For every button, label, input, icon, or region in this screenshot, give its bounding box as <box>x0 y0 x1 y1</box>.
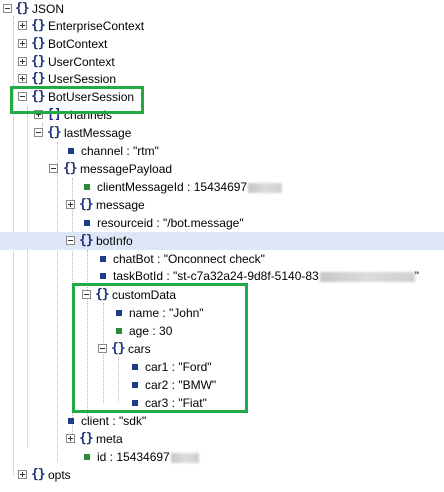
number-value-icon <box>84 454 90 460</box>
collapse-toggle-icon[interactable] <box>3 4 12 13</box>
leaf-label-wrap: taskBotId : "st-c7a32a24-9d8f-5140-83 " <box>113 269 419 283</box>
leaf-label: taskBotId : "st-c7a32a24-9d8f-5140-83 <box>113 269 319 283</box>
object-icon: {} <box>79 233 94 248</box>
tree-leaf-channel[interactable]: channel : "rtm" <box>0 142 444 160</box>
leaf-label-wrap: id : 15434697 <box>97 450 199 464</box>
string-value-icon <box>84 220 90 226</box>
collapse-toggle-icon[interactable] <box>49 164 58 173</box>
leaf-label-wrap: clientMessageId : 15434697 <box>97 180 283 194</box>
collapse-toggle-icon[interactable] <box>66 236 75 245</box>
object-icon: {} <box>31 54 46 69</box>
bot-user-session-highlight <box>10 86 144 114</box>
tree-node-user-context[interactable]: {} UserContext <box>0 53 444 71</box>
expand-toggle-icon[interactable] <box>18 39 27 48</box>
object-icon: {} <box>63 161 78 176</box>
expand-toggle-icon[interactable] <box>66 434 75 443</box>
leaf-label: clientMessageId : 15434697 <box>97 180 248 194</box>
tree-node-message-payload[interactable]: {} messagePayload <box>0 160 444 178</box>
node-label: EnterpriseContext <box>48 19 145 33</box>
object-icon: {} <box>31 18 46 33</box>
node-label: lastMessage <box>64 126 132 140</box>
node-label: meta <box>96 432 123 446</box>
tree-node-last-message[interactable]: {} lastMessage <box>0 124 444 142</box>
tree-node-json[interactable]: {} JSON <box>0 0 444 18</box>
string-value-icon <box>68 148 74 154</box>
node-label: opts <box>48 468 71 482</box>
redacted-blur <box>248 182 283 193</box>
string-value-icon <box>100 256 106 262</box>
tree-node-opts[interactable]: {} opts <box>0 466 444 484</box>
object-icon: {} <box>79 431 94 446</box>
object-icon: {} <box>15 1 30 16</box>
expand-toggle-icon[interactable] <box>18 21 27 30</box>
object-icon: {} <box>31 36 46 51</box>
leaf-label: id : 15434697 <box>97 450 170 464</box>
node-label: botInfo <box>96 234 133 248</box>
tree-leaf-id[interactable]: id : 15434697 <box>0 448 444 466</box>
leaf-label: channel : "rtm" <box>81 144 159 158</box>
node-label: UserSession <box>48 72 117 86</box>
object-icon: {} <box>47 125 62 140</box>
tree-node-message[interactable]: {} message <box>0 196 444 214</box>
tree-leaf-resource-id[interactable]: resourceid : "/bot.message" <box>0 214 444 232</box>
tree-leaf-chat-bot[interactable]: chatBot : "Onconnect check" <box>0 250 444 268</box>
custom-data-highlight <box>72 283 248 413</box>
leaf-label-end: " <box>414 269 419 283</box>
leaf-label: resourceid : "/bot.message" <box>97 216 244 230</box>
node-label: messagePayload <box>80 162 173 176</box>
expand-toggle-icon[interactable] <box>66 200 75 209</box>
node-label: JSON <box>32 2 65 16</box>
leaf-label: chatBot : "Onconnect check" <box>113 252 265 266</box>
string-value-icon <box>68 418 74 424</box>
redacted-blur <box>319 271 415 282</box>
tree-leaf-client[interactable]: client : "sdk" <box>0 412 444 430</box>
tree-node-meta[interactable]: {} meta <box>0 430 444 448</box>
object-icon: {} <box>79 197 94 212</box>
node-label: BotContext <box>48 37 108 51</box>
number-value-icon <box>84 184 90 190</box>
tree-leaf-client-message-id[interactable]: clientMessageId : 15434697 <box>0 178 444 196</box>
redacted-blur <box>170 452 199 463</box>
leaf-label: client : "sdk" <box>81 414 147 428</box>
string-value-icon <box>100 273 106 279</box>
tree-node-bot-context[interactable]: {} BotContext <box>0 35 444 53</box>
object-icon: {} <box>31 467 46 482</box>
expand-toggle-icon[interactable] <box>18 470 27 479</box>
expand-toggle-icon[interactable] <box>18 57 27 66</box>
node-label: message <box>96 198 145 212</box>
object-icon: {} <box>31 71 46 86</box>
tree-node-bot-info[interactable]: {} botInfo <box>0 232 444 250</box>
tree-node-enterprise-context[interactable]: {} EnterpriseContext <box>0 17 444 35</box>
node-label: UserContext <box>48 55 115 69</box>
expand-toggle-icon[interactable] <box>18 74 27 83</box>
collapse-toggle-icon[interactable] <box>34 128 43 137</box>
